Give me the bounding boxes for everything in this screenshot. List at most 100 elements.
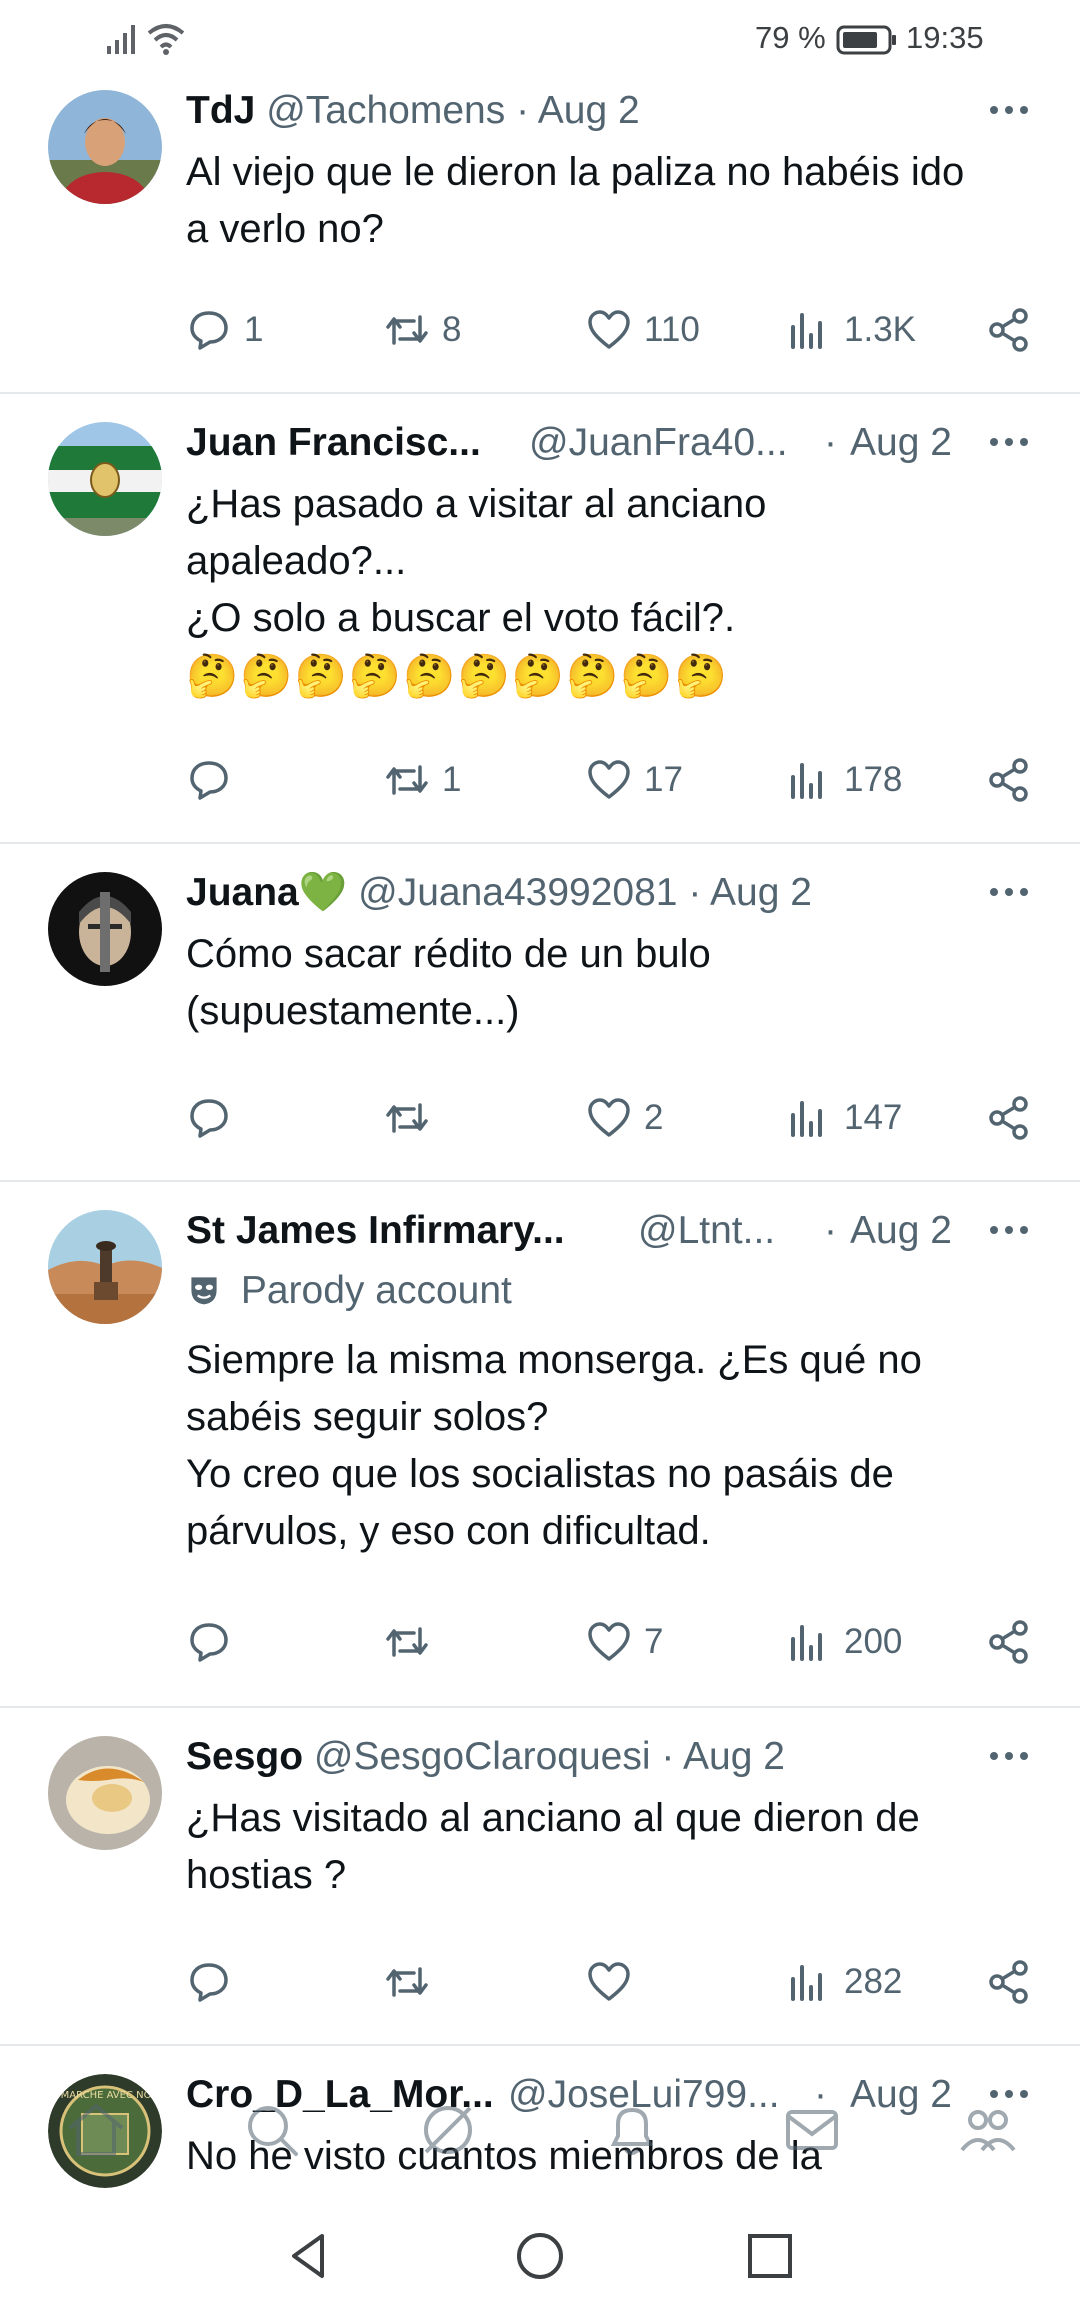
reply-text: Siempre la misma monserga. ¿Es qué no sa…: [186, 1332, 1046, 1560]
reply-header: Juan Francisc... @JuanFra40... · Aug 2: [186, 418, 986, 468]
reply-button[interactable]: [186, 1088, 244, 1148]
views-button[interactable]: 1.3K: [786, 300, 916, 360]
reply-text: ¿Has visitado al anciano al que dieron d…: [186, 1790, 1046, 1904]
author-handle[interactable]: @JuanFra40...: [529, 418, 788, 468]
reply-icon: [190, 311, 228, 350]
post-date[interactable]: Aug 2: [850, 1206, 952, 1256]
reply-button[interactable]: 1: [186, 300, 263, 360]
author-handle[interactable]: @Juana43992081: [358, 871, 677, 914]
reply-text-line: Al viejo que le dieron la paliza no habé…: [186, 150, 965, 194]
share-button[interactable]: [986, 1088, 1032, 1148]
reply-button[interactable]: [186, 1612, 244, 1672]
reply-icon: [190, 1623, 228, 1662]
action-bar: 2 147: [186, 1088, 1046, 1148]
heart-icon: [588, 1622, 630, 1661]
share-button[interactable]: [986, 1952, 1032, 2012]
views-button[interactable]: 282: [786, 1952, 902, 2012]
action-bar: 282: [186, 1952, 1046, 2012]
reply-button[interactable]: [186, 1952, 244, 2012]
post-date[interactable]: Aug 2: [538, 89, 640, 132]
reply-item[interactable]: St James Infirmary... @Ltnt... · Aug 2 P…: [0, 1182, 1080, 1708]
repost-icon: [386, 1967, 428, 1997]
post-date[interactable]: Aug 2: [850, 418, 952, 468]
reply-text: Cómo sacar rédito de un bulo (supuestame…: [186, 926, 1046, 1040]
views-button[interactable]: 178: [786, 750, 902, 810]
avatar[interactable]: [48, 422, 162, 536]
repost-button[interactable]: [384, 1088, 442, 1148]
reply-item[interactable]: TdJ @Tachomens · Aug 2 Al viejo que le d…: [0, 84, 1080, 394]
reply-item[interactable]: Sesgo @SesgoClaroquesi · Aug 2 ¿Has visi…: [0, 1708, 1080, 2046]
repost-button[interactable]: [384, 1612, 442, 1672]
more-icon[interactable]: [988, 1736, 1030, 1776]
notifications-icon[interactable]: [596, 2094, 668, 2166]
reply-text-line: Siempre la misma monserga. ¿Es qué no: [186, 1338, 922, 1382]
heart-icon: [588, 310, 630, 349]
repost-button[interactable]: 8: [384, 300, 461, 360]
like-button[interactable]: 2: [586, 1088, 663, 1148]
reply-button[interactable]: [186, 750, 244, 810]
share-icon: [989, 758, 1028, 802]
reply-header: Juana💚 @Juana43992081 · Aug 2: [186, 868, 986, 918]
reply-text-line: ¿Has pasado a visitar al anciano: [186, 482, 767, 526]
back-icon[interactable]: [280, 2226, 340, 2286]
more-icon[interactable]: [988, 90, 1030, 130]
share-button[interactable]: [986, 750, 1032, 810]
grok-icon[interactable]: [412, 2094, 484, 2166]
author-name[interactable]: Juan Francisc...: [186, 421, 481, 464]
view-count: 1.3K: [844, 310, 916, 349]
more-icon[interactable]: [988, 422, 1030, 462]
post-date[interactable]: Aug 2: [683, 1735, 785, 1778]
author-handle[interactable]: @SesgoClaroquesi: [314, 1735, 651, 1778]
reply-item[interactable]: Juan Francisc... @JuanFra40... · Aug 2 ¿…: [0, 394, 1080, 844]
share-button[interactable]: [986, 1612, 1032, 1672]
recents-icon[interactable]: [740, 2226, 800, 2286]
reply-header: TdJ @Tachomens · Aug 2: [186, 86, 986, 136]
reply-text-line: sabéis seguir solos?: [186, 1395, 549, 1439]
author-name[interactable]: Sesgo: [186, 1735, 303, 1778]
repost-button[interactable]: 1: [384, 750, 461, 810]
reply-icon: [190, 1099, 228, 1138]
author-handle[interactable]: @Tachomens: [266, 89, 505, 132]
author-handle[interactable]: @Ltnt...: [638, 1206, 775, 1256]
avatar[interactable]: [48, 90, 162, 204]
more-icon[interactable]: [988, 872, 1030, 912]
views-button[interactable]: 200: [786, 1612, 902, 1672]
avatar[interactable]: [48, 1210, 162, 1324]
author-name[interactable]: TdJ: [186, 89, 255, 132]
views-icon: [791, 1101, 822, 1137]
more-icon[interactable]: [988, 1210, 1030, 1250]
action-bar: 1 17 178: [186, 750, 1046, 810]
repost-icon: [386, 315, 428, 345]
repost-button[interactable]: [384, 1952, 442, 2012]
reply-text-line: Cómo sacar rédito de un bulo: [186, 932, 711, 976]
battery-percent: 79 %: [755, 20, 826, 55]
reply-header: Sesgo @SesgoClaroquesi · Aug 2: [186, 1732, 986, 1782]
views-icon: [791, 1965, 822, 2001]
reply-text-line: hostias ?: [186, 1853, 347, 1897]
like-button[interactable]: 110: [586, 300, 700, 360]
avatar[interactable]: [48, 872, 162, 986]
author-name[interactable]: Juana💚: [186, 871, 347, 914]
share-icon: [989, 1096, 1028, 1140]
post-date[interactable]: Aug 2: [710, 871, 812, 914]
messages-icon[interactable]: [776, 2094, 848, 2166]
like-button[interactable]: 17: [586, 750, 683, 810]
like-button[interactable]: [586, 1952, 644, 2012]
reply-item[interactable]: Juana💚 @Juana43992081 · Aug 2 Cómo sacar…: [0, 844, 1080, 1182]
reply-text-line: párvulos, y eso con dificultad.: [186, 1509, 711, 1553]
parody-mask-icon: [191, 1277, 217, 1305]
like-button[interactable]: 7: [586, 1612, 663, 1672]
communities-icon[interactable]: [952, 2094, 1024, 2166]
search-icon[interactable]: [236, 2094, 308, 2166]
views-button[interactable]: 147: [786, 1088, 902, 1148]
share-button[interactable]: [986, 300, 1032, 360]
author-name[interactable]: St James Infirmary...: [186, 1209, 565, 1252]
share-icon: [989, 1960, 1028, 2004]
view-count: 178: [844, 760, 903, 799]
reply-text-line: a verlo no?: [186, 207, 384, 251]
reply-text: ¿Has pasado a visitar al anciano apalead…: [186, 476, 1046, 704]
home-circle-icon[interactable]: [510, 2226, 570, 2286]
home-icon[interactable]: [60, 2094, 132, 2166]
views-icon: [791, 763, 822, 799]
avatar[interactable]: [48, 1736, 162, 1850]
